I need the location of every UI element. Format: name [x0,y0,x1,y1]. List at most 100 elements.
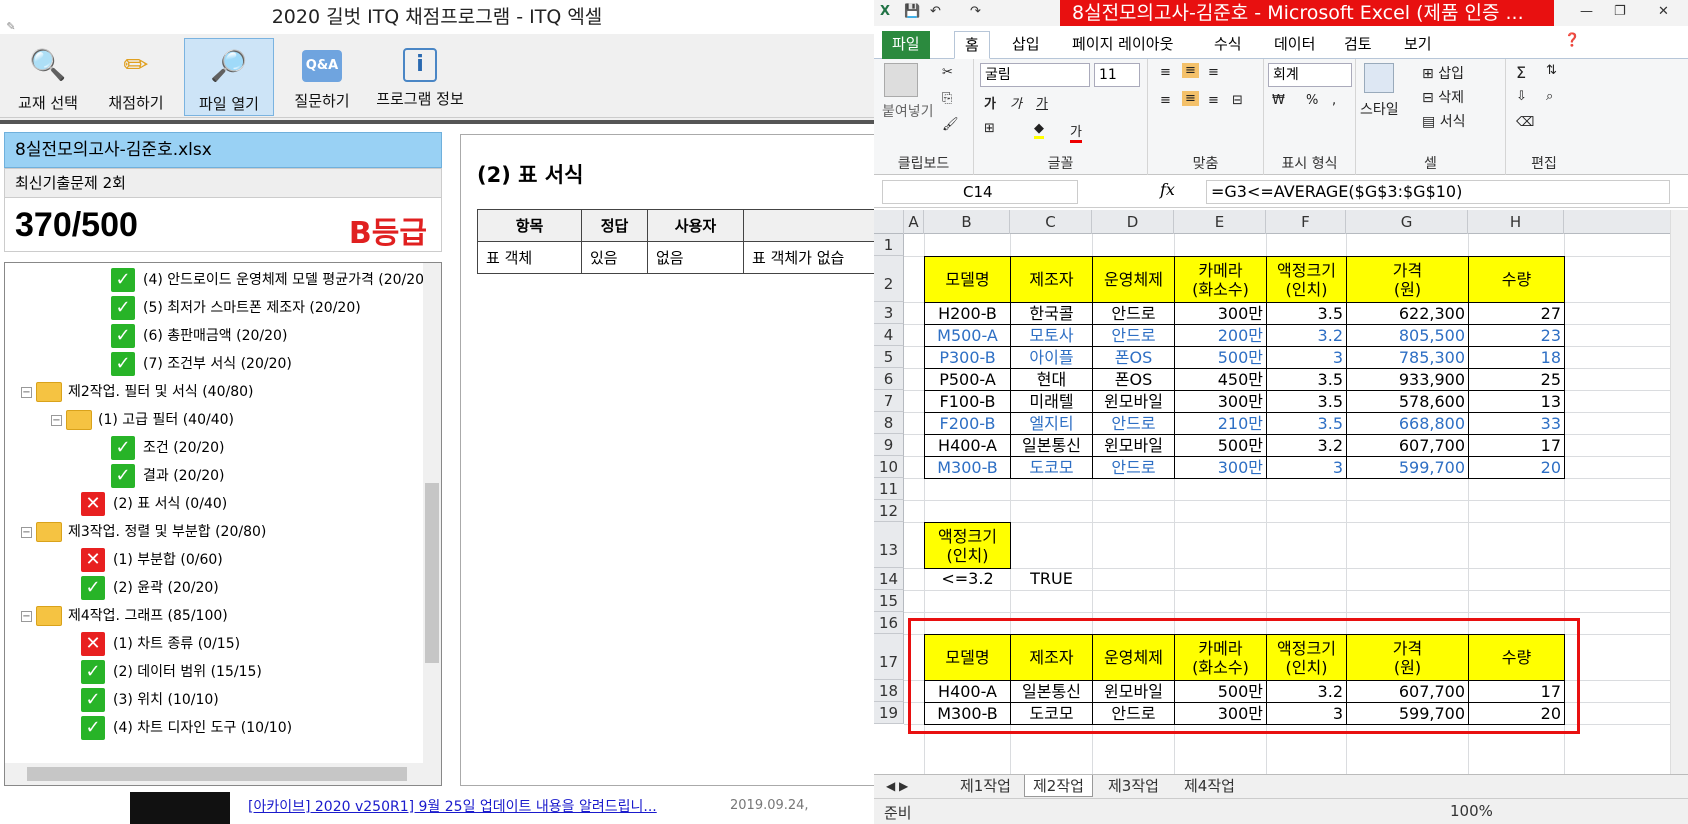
open-file-button[interactable]: 🔎 파일 열기 [184,38,274,116]
table-cell[interactable]: M300-B [924,456,1011,479]
row-header-17[interactable]: 17 [874,634,904,680]
font-color-icon[interactable]: 가 [1070,121,1082,143]
row-header-18[interactable]: 18 [874,680,904,702]
underline-icon[interactable]: 가 [1036,93,1048,112]
table-cell[interactable]: H400-A [924,434,1011,457]
criteria-header-cell[interactable]: 액정크기 (인치) [924,522,1011,569]
tab-sheet1[interactable]: 제1작업 [952,775,1019,797]
table-cell[interactable]: 일본통신 [1010,434,1093,457]
tree-item[interactable]: − 제4작업. 그래프 (85/100) [21,601,228,631]
tree-item[interactable]: ✕ (1) 부분합 (0/60) [81,545,223,575]
tab-file[interactable]: 파일 [882,31,930,59]
table-cell[interactable]: 622,300 [1346,302,1469,325]
table-cell[interactable]: 3 [1266,346,1347,369]
table-cell[interactable]: 210만 [1174,412,1267,435]
table-header-cell[interactable]: 가격 (원) [1346,256,1469,303]
table-cell[interactable]: 도코모 [1010,456,1093,479]
table-cell[interactable]: 3.5 [1266,368,1347,391]
tree-item[interactable]: ✓ (4) 차트 디자인 도구 (10/10) [81,713,292,743]
table-header-cell[interactable]: 카메라 (화소수) [1174,256,1267,303]
collapse-toggle[interactable]: − [51,414,62,426]
align-middle-icon[interactable]: ≡ [1182,63,1199,78]
copy-icon[interactable]: ⎘ [942,91,952,106]
table-cell[interactable]: F100-B [924,390,1011,413]
column-header-e[interactable]: E [1174,210,1266,234]
align-right-icon[interactable]: ≡ [1208,93,1219,108]
find-icon[interactable]: ⌕ [1546,89,1553,104]
table-cell[interactable]: 33 [1468,412,1565,435]
tab-view[interactable]: 보기 [1394,31,1442,59]
row-header-12[interactable]: 12 [874,500,904,522]
close-icon[interactable]: ✕ [1658,4,1669,19]
table-cell[interactable]: 18 [1468,346,1565,369]
table-cell[interactable]: 안드로 [1092,324,1175,347]
table-cell[interactable]: 한국콜 [1010,302,1093,325]
table-cell[interactable]: H200-B [924,302,1011,325]
style-button[interactable]: 스타일 [1360,99,1399,119]
number-format-box[interactable]: 회계 [1268,63,1352,87]
minimize-icon[interactable]: — [1580,4,1593,19]
tree-item[interactable]: ✓ (4) 안드로이드 운영체제 모델 평균가격 (20/20) [111,265,430,295]
table-cell[interactable]: F200-B [924,412,1011,435]
sort-icon[interactable]: ⇅ [1546,63,1557,78]
table-cell[interactable]: 25 [1468,368,1565,391]
ask-question-button[interactable]: Q&A 질문하기 [280,38,364,116]
table-cell[interactable]: 20 [1468,456,1565,479]
comma-icon[interactable]: , [1332,93,1336,108]
row-header-8[interactable]: 8 [874,412,904,434]
table-cell[interactable]: 모토사 [1010,324,1093,347]
table-cell[interactable]: 안드로 [1092,456,1175,479]
table-cell[interactable]: 500만 [1174,434,1267,457]
tree-item[interactable]: − 제2작업. 필터 및 서식 (40/80) [21,377,253,407]
tab-data[interactable]: 데이터 [1264,31,1325,59]
align-top-icon[interactable]: ≡ [1160,65,1171,80]
tree-item[interactable]: ✓ 결과 (20/20) [111,461,224,491]
table-cell[interactable]: 200만 [1174,324,1267,347]
scrollbar-thumb[interactable] [425,483,439,663]
zoom-level[interactable]: 100% [1450,802,1493,820]
row-header-16[interactable]: 16 [874,612,904,634]
save-icon[interactable]: 💾 [904,4,920,19]
font-size-box[interactable]: 11 [1094,63,1140,87]
tab-sheet3[interactable]: 제3작업 [1100,775,1167,797]
percent-icon[interactable]: % [1306,93,1318,108]
bold-icon[interactable]: 가 [984,93,996,112]
table-cell[interactable]: 17 [1468,434,1565,457]
tree-vertical-scrollbar[interactable] [423,263,441,763]
table-cell[interactable]: 3 [1266,456,1347,479]
select-all-corner[interactable] [874,210,904,234]
tree-item[interactable]: ✓ (2) 데이터 범위 (15/15) [81,657,262,687]
clear-icon[interactable]: ⌫ [1516,115,1534,130]
row-header-2[interactable]: 2 [874,256,904,302]
row-header-9[interactable]: 9 [874,434,904,456]
table-cell[interactable]: 3.5 [1266,390,1347,413]
tree-item[interactable]: ✓ (7) 조건부 서식 (20/20) [111,349,292,379]
vertical-scrollbar[interactable] [1670,210,1688,774]
paste-button[interactable]: 붙여넣기 [882,101,934,121]
scrollbar-thumb[interactable] [27,767,407,781]
table-cell[interactable]: 안드로 [1092,302,1175,325]
table-header-cell[interactable]: 액정크기 (인치) [1266,256,1347,303]
tree-item[interactable]: ✓ 조건 (20/20) [111,433,224,463]
table-header-cell[interactable]: 운영체제 [1092,256,1175,303]
table-cell[interactable]: 300만 [1174,456,1267,479]
row-header-4[interactable]: 4 [874,324,904,346]
column-header-d[interactable]: D [1092,210,1174,234]
column-header-h[interactable]: H [1468,210,1564,234]
row-header-13[interactable]: 13 [874,522,904,568]
undo-icon[interactable]: ↶ [930,4,941,19]
program-info-button[interactable]: i 프로그램 정보 [370,38,470,116]
format-painter-icon[interactable]: 🖌 [942,117,959,132]
row-header-5[interactable]: 5 [874,346,904,368]
tree-item[interactable]: ✕ (1) 차트 종류 (0/15) [81,629,240,659]
column-header-g[interactable]: G [1346,210,1468,234]
fx-icon[interactable]: fx [1160,180,1175,199]
table-cell[interactable]: 13 [1468,390,1565,413]
autosum-icon[interactable]: Σ [1516,63,1526,82]
tree-item[interactable]: ✓ (2) 윤곽 (20/20) [81,573,219,603]
fill-color-icon[interactable]: ◆ [1034,121,1044,139]
border-icon[interactable]: ⊞ [984,121,995,136]
table-cell[interactable]: 933,900 [1346,368,1469,391]
tree-item[interactable]: ✓ (3) 위치 (10/10) [81,685,219,715]
table-cell[interactable]: 현대 [1010,368,1093,391]
